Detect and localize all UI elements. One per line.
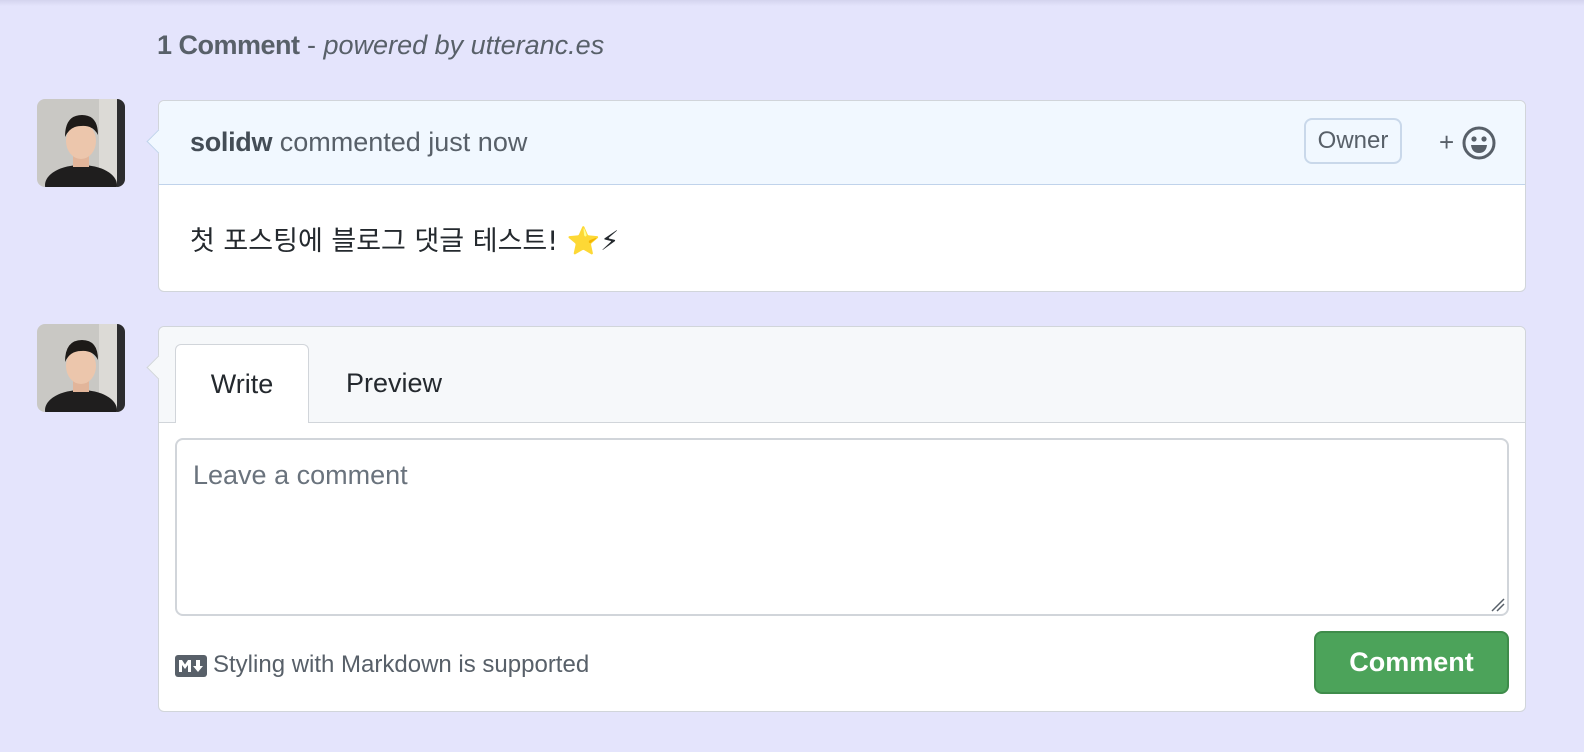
- form-tab-bar: Write Preview: [146, 327, 1525, 423]
- comment-card: solidw commented just now Owner + 첫 포스팅에…: [146, 100, 1526, 292]
- resize-handle-icon[interactable]: [1491, 598, 1505, 612]
- comment-textarea[interactable]: [175, 438, 1509, 616]
- plus-icon: +: [1439, 127, 1455, 157]
- comment-title: solidw commented just now: [190, 127, 527, 158]
- comment-author-avatar[interactable]: [37, 99, 125, 187]
- comment-header: solidw commented just now Owner +: [146, 101, 1525, 185]
- new-comment-form: Write Preview Styling with Markdown is s…: [146, 326, 1526, 712]
- comment-author-link[interactable]: solidw: [190, 127, 273, 157]
- comment-count: 1 Comment: [157, 30, 300, 60]
- page-top-shadow: [0, 0, 1584, 6]
- submit-comment-button[interactable]: Comment: [1314, 631, 1509, 694]
- smiley-icon: [1462, 126, 1496, 160]
- owner-badge: Owner: [1304, 118, 1402, 164]
- add-reaction-button[interactable]: +: [1439, 125, 1497, 161]
- comments-header: 1 Comment - powered by utteranc.es: [157, 30, 604, 61]
- header-separator: -: [299, 30, 324, 60]
- powered-by-label[interactable]: powered by utteranc.es: [324, 30, 605, 60]
- markdown-icon: [175, 655, 207, 677]
- tab-preview[interactable]: Preview: [325, 344, 463, 423]
- comment-timestamp[interactable]: commented just now: [272, 127, 528, 157]
- form-caret: [146, 355, 171, 380]
- markdown-note-label: Styling with Markdown is supported: [213, 651, 590, 678]
- comment-caret: [146, 129, 171, 154]
- tab-write[interactable]: Write: [175, 344, 309, 423]
- comment-body: 첫 포스팅에 블로그 댓글 테스트! ⭐⚡: [190, 226, 620, 257]
- current-user-avatar[interactable]: [37, 324, 125, 412]
